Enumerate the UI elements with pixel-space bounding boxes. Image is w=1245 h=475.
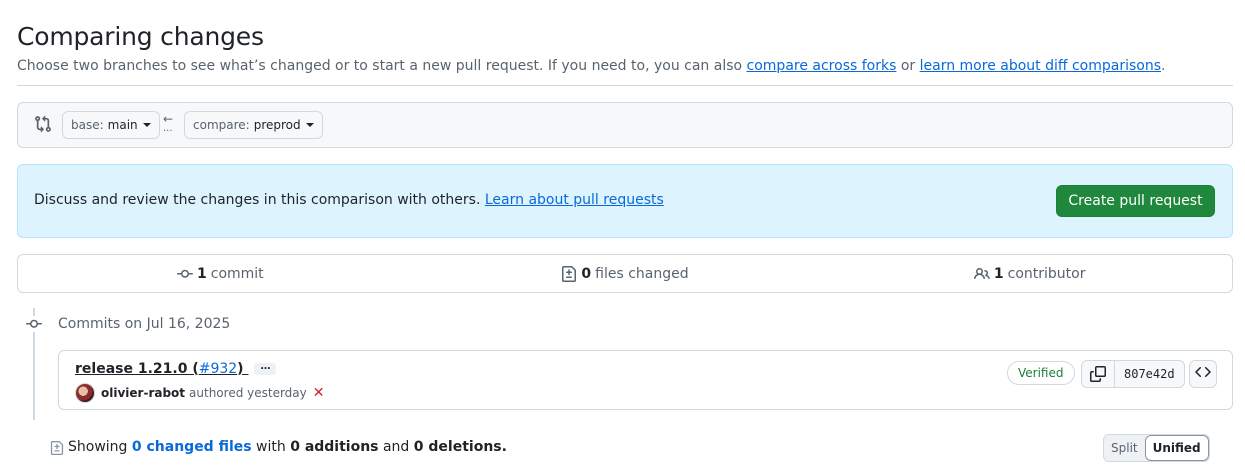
people-icon <box>973 266 990 282</box>
files-summary[interactable]: 0 files changed <box>423 255 828 292</box>
range-editor: base: main ← ... compare: preprod <box>17 102 1233 148</box>
pr-reference-link[interactable]: #932 <box>199 361 237 377</box>
changed-files-link[interactable]: 0 changed files <box>132 439 252 455</box>
diff-view-toggle: Split Unified <box>1103 434 1210 462</box>
commits-count: 1 <box>197 265 207 282</box>
commit-author-row: olivier-rabot authored yesterday ✕ <box>75 383 324 403</box>
page-subtitle: Choose two branches to see what’s change… <box>17 58 1165 74</box>
subtitle-end: . <box>1161 58 1166 74</box>
commit-row: release 1.21.0 (#932) … olivier-rabot au… <box>58 350 1233 410</box>
contributors-count: 1 <box>993 265 1004 282</box>
commit-title-link[interactable]: release 1.21.0 (#932) … <box>75 361 277 377</box>
file-diff-icon <box>50 440 64 460</box>
git-compare-icon <box>34 115 52 133</box>
chevron-down-icon <box>142 123 151 127</box>
deletions-count: 0 deletions. <box>413 439 507 455</box>
showing-text: Showing <box>68 439 132 455</box>
flash-text: Discuss and review the changes in this c… <box>34 192 485 208</box>
chevron-down-icon <box>305 123 314 127</box>
commits-label: commit <box>210 265 264 282</box>
create-pull-request-button[interactable]: Create pull request <box>1056 185 1215 217</box>
compare-across-forks-link[interactable]: compare across forks <box>747 58 897 74</box>
numbers-summary: 1 commit 0 files changed 1 contributor <box>17 254 1233 293</box>
subtitle-text: Choose two branches to see what’s change… <box>17 58 747 74</box>
range-dots: ... <box>163 123 173 134</box>
additions-count: 0 additions <box>290 439 379 455</box>
git-commit-icon <box>25 316 43 332</box>
commit-title-close: ) <box>237 361 244 377</box>
compare-branch-name: preprod <box>253 118 301 132</box>
divider <box>17 85 1233 86</box>
commit-sha-link[interactable]: 807e42d <box>1115 361 1184 387</box>
learn-pull-requests-link[interactable]: Learn about pull requests <box>485 192 664 208</box>
base-prefix: base: <box>71 118 104 132</box>
diff-summary: Showing 0 changed files with 0 additions… <box>68 439 507 455</box>
commits-date-heading: Commits on Jul 16, 2025 <box>58 316 231 332</box>
files-label: files changed <box>595 265 689 282</box>
pull-request-flash: Discuss and review the changes in this c… <box>17 164 1233 238</box>
contributors-label: contributor <box>1007 265 1086 282</box>
browse-code-button[interactable] <box>1189 360 1217 388</box>
contributors-summary[interactable]: 1 contributor <box>827 255 1232 292</box>
and-text: and <box>378 439 414 455</box>
base-branch-name: main <box>107 118 138 132</box>
flash-message: Discuss and review the changes in this c… <box>34 192 664 208</box>
subtitle-or: or <box>896 58 920 74</box>
page-title: Comparing changes <box>17 22 264 51</box>
code-icon <box>1195 364 1211 384</box>
split-view-button[interactable]: Split <box>1104 435 1145 461</box>
compare-branch-select[interactable]: compare: preprod <box>184 111 323 139</box>
sha-button-group: 807e42d <box>1081 360 1185 388</box>
commit-meta: authored yesterday <box>189 386 307 400</box>
file-diff-icon <box>561 265 577 282</box>
learn-diff-comparisons-link[interactable]: learn more about diff comparisons <box>920 58 1161 74</box>
commits-summary[interactable]: 1 commit <box>18 255 423 292</box>
expand-message-button[interactable]: … <box>254 362 277 375</box>
compare-prefix: compare: <box>193 118 250 132</box>
unified-view-button[interactable]: Unified <box>1144 435 1209 461</box>
copy-icon[interactable] <box>1082 361 1115 387</box>
compare-page: Comparing changes Choose two branches to… <box>0 0 1245 475</box>
arrow-left-icon: ← ... <box>163 113 177 137</box>
x-icon[interactable]: ✕ <box>313 385 325 401</box>
git-commit-icon <box>177 266 193 282</box>
with-text: with <box>251 439 291 455</box>
avatar[interactable] <box>75 383 95 403</box>
files-count: 0 <box>581 265 592 282</box>
author-link[interactable]: olivier-rabot <box>101 386 185 400</box>
commit-title-text: release 1.21.0 ( <box>75 361 199 377</box>
base-branch-select[interactable]: base: main <box>62 111 160 139</box>
verified-badge[interactable]: Verified <box>1007 361 1075 385</box>
